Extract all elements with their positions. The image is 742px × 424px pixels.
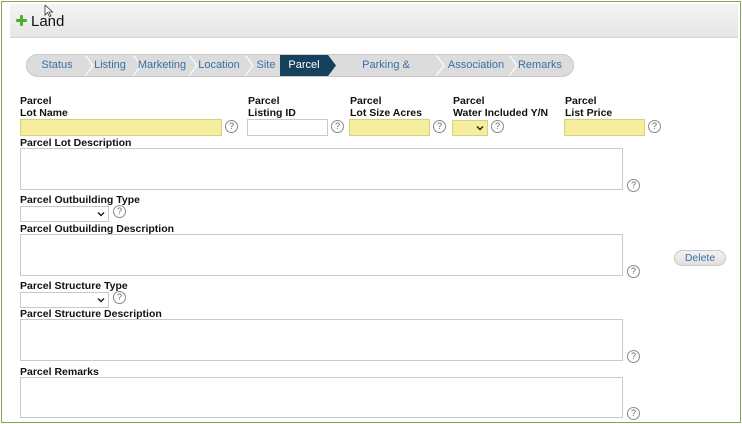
tab-location[interactable]: Location	[193, 55, 245, 76]
delete-button[interactable]: Delete	[674, 250, 726, 266]
water-included-select[interactable]	[452, 120, 488, 136]
help-icon[interactable]: ?	[491, 120, 504, 133]
lot-name-input[interactable]	[20, 119, 222, 136]
help-icon[interactable]: ?	[627, 350, 640, 363]
tab-status[interactable]: Status	[29, 55, 85, 76]
water-included-label: Parcel Water Included Y/N	[453, 95, 549, 119]
structure-type-select[interactable]	[20, 292, 109, 308]
lot-size-input[interactable]	[349, 119, 430, 136]
help-icon[interactable]: ?	[331, 120, 344, 133]
remarks-textarea[interactable]	[20, 377, 623, 418]
tab-association[interactable]: Association	[441, 55, 511, 76]
section-tabs: Status Listing Marketing Location Site P…	[26, 54, 574, 77]
tab-remarks[interactable]: Remarks	[513, 55, 567, 76]
tab-parcel[interactable]: Parcel	[280, 55, 328, 76]
structure-description-textarea[interactable]	[20, 319, 623, 361]
chevron-down-icon	[476, 125, 484, 131]
help-icon[interactable]: ?	[627, 179, 640, 192]
help-icon[interactable]: ?	[433, 120, 446, 133]
mouse-cursor-icon	[44, 5, 54, 17]
help-icon[interactable]: ?	[113, 291, 126, 304]
lot-size-label: Parcel Lot Size Acres	[350, 95, 422, 119]
structure-type-label: Parcel Structure Type	[20, 280, 128, 292]
listing-id-input[interactable]	[247, 119, 328, 136]
tab-listing[interactable]: Listing	[87, 55, 133, 76]
help-icon[interactable]: ?	[648, 120, 661, 133]
listing-id-label: Parcel Listing ID	[248, 95, 296, 119]
outbuilding-type-label: Parcel Outbuilding Type	[20, 194, 140, 206]
lot-description-textarea[interactable]	[20, 148, 623, 190]
tab-site[interactable]: Site	[249, 55, 283, 76]
help-icon[interactable]: ?	[113, 205, 126, 218]
lot-name-label: Parcel Lot Name	[20, 95, 68, 119]
list-price-input[interactable]	[564, 119, 645, 136]
chevron-down-icon	[97, 297, 105, 303]
help-icon[interactable]: ?	[225, 120, 238, 133]
outbuilding-description-textarea[interactable]	[20, 234, 623, 276]
tab-parking-structures[interactable]: Parking & Structures	[336, 55, 436, 76]
help-icon[interactable]: ?	[627, 407, 640, 420]
header-bar: Land	[10, 4, 738, 38]
plus-icon[interactable]	[16, 15, 27, 26]
chevron-down-icon	[97, 211, 105, 217]
help-icon[interactable]: ?	[627, 265, 640, 278]
list-price-label: Parcel List Price	[565, 95, 613, 119]
outbuilding-type-select[interactable]	[20, 206, 109, 222]
tab-marketing[interactable]: Marketing	[135, 55, 189, 76]
